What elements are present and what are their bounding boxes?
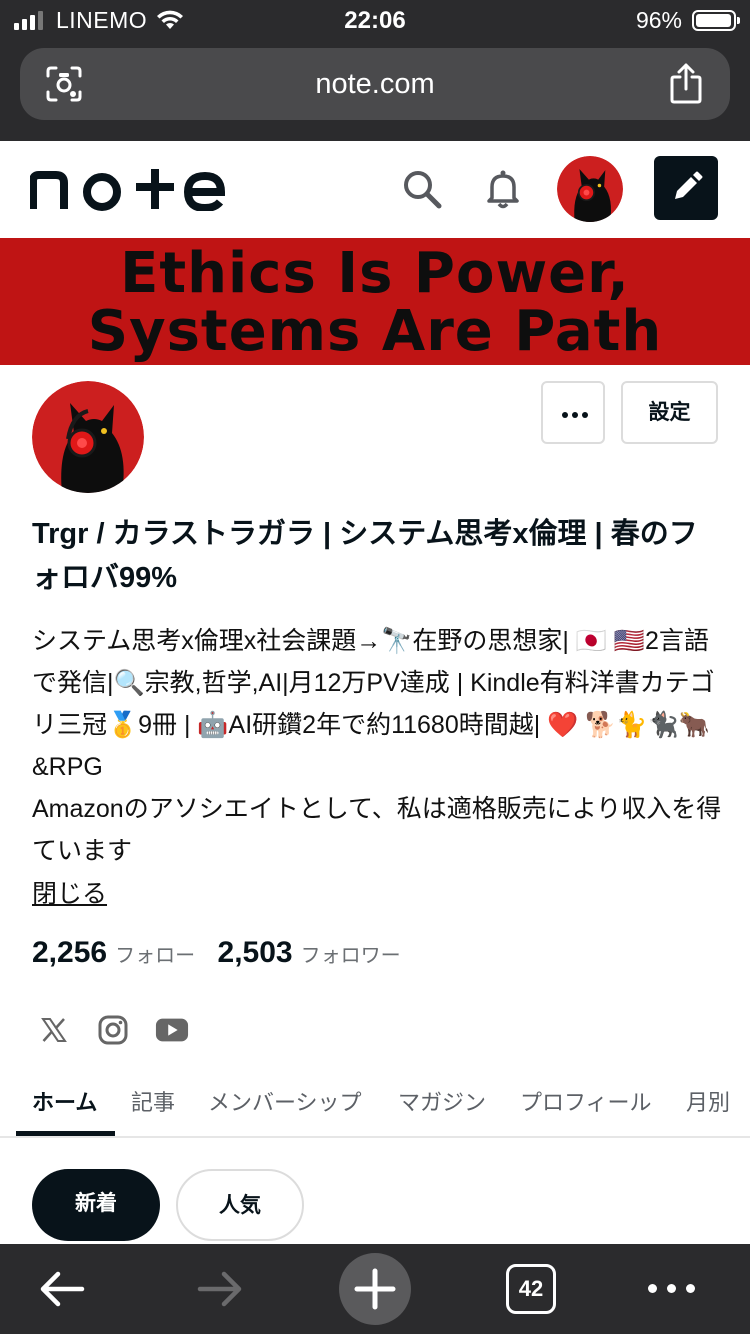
active-tab-indicator [16,1131,115,1136]
profile-avatar[interactable] [32,381,144,493]
address-bar[interactable]: note.com [20,48,730,120]
browser-chrome: LINEMO 22:06 96% note.com [0,0,750,141]
bio-line: Amazonのアソシエイトとして、私は適格販売により収入を得ています [32,795,722,865]
more-icon [562,412,568,418]
url-text[interactable]: note.com [20,68,730,101]
tab-magazine[interactable]: マガジン [398,1085,486,1117]
instagram-icon[interactable] [96,1013,130,1047]
followers-label[interactable]: フォロワー [301,945,401,967]
banner-line-2: Systems Are Path [87,299,663,364]
close-bio-link[interactable]: 閉じる [32,873,107,915]
search-icon[interactable] [401,168,443,210]
bell-icon[interactable] [482,168,524,210]
profile-banner: Ethics Is Power, Systems Are Path [0,238,750,365]
youtube-icon[interactable] [155,1013,189,1047]
back-arrow-icon[interactable] [38,1269,86,1309]
note-logo[interactable]: note [30,165,230,211]
profile-name: Trgr / カラストラガラ | システム思考x倫理 | 春のフォロバ99% [32,518,698,594]
user-avatar[interactable] [557,156,623,222]
status-bar: LINEMO 22:06 96% [0,0,750,44]
site-header: note [0,141,750,238]
tab-monthly[interactable]: 月別 [686,1085,730,1117]
new-tab-button[interactable] [339,1253,411,1325]
post-button[interactable] [654,156,718,220]
tab-profile[interactable]: プロフィール [520,1085,652,1117]
follow-stats: 2,256 フォロー 2,503 フォロワー [32,936,419,970]
social-links [37,1013,189,1047]
following-count[interactable]: 2,256 [32,936,107,969]
tab-membership[interactable]: メンバーシップ [208,1085,362,1117]
following-label[interactable]: フォロー [115,945,195,967]
browser-more-icon[interactable] [648,1284,695,1293]
tab-articles[interactable]: 記事 [131,1085,175,1117]
filter-popular-button[interactable]: 人気 [176,1169,304,1241]
tab-home[interactable]: ホーム [32,1085,97,1117]
forward-arrow-icon[interactable] [196,1269,244,1309]
bio-line: システム思考x倫理x社会課題→🔭在野の思想家| 🇯🇵 🇺🇸2言語で発信|🔍宗教,… [32,627,715,781]
tab-count-button[interactable]: 42 [506,1264,556,1314]
battery-percent: 96% [635,7,682,33]
more-options-button[interactable] [541,381,605,444]
plus-icon [354,1268,396,1310]
banner-line-1: Ethics Is Power, [120,241,630,306]
profile-tabs: ホーム 記事 メンバーシップ マガジン プロフィール 月別 [0,1072,750,1138]
pencil-icon [675,171,703,199]
x-icon[interactable] [37,1013,71,1047]
filter-new-button[interactable]: 新着 [32,1169,160,1241]
browser-toolbar: 42 [0,1244,750,1334]
followers-count[interactable]: 2,503 [218,936,293,969]
battery-icon [692,10,740,31]
profile-bio: システム思考x倫理x社会課題→🔭在野の思想家| 🇯🇵 🇺🇸2言語で発信|🔍宗教,… [32,620,722,872]
settings-button[interactable]: 設定 [621,381,718,444]
share-icon[interactable] [668,62,704,104]
